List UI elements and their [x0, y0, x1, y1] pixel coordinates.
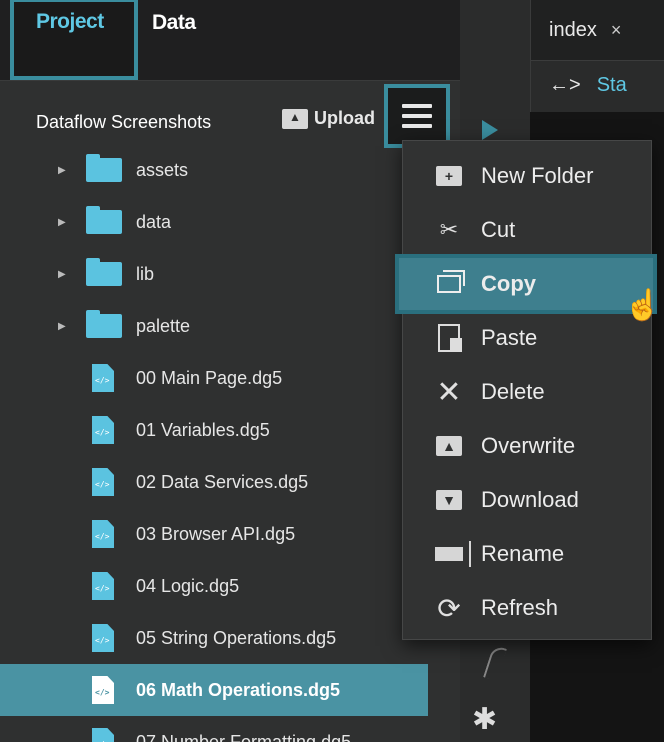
puzzle-icon[interactable]: ✱ [472, 702, 497, 737]
file-code-icon [92, 416, 114, 444]
tree-item-file[interactable]: 01 Variables.dg5 [0, 404, 428, 456]
tree-item-label: palette [136, 315, 191, 336]
upload-label: Upload [314, 108, 375, 128]
menu-item-label: Overwrite [481, 433, 576, 458]
project-title: Dataflow Screenshots [36, 112, 212, 132]
tree-item-label: 06 Math Operations.dg5 [136, 679, 341, 700]
tab-data[interactable]: Data [152, 0, 196, 80]
close-icon[interactable]: × [611, 20, 622, 41]
context-menu: + New Folder ✂ Cut Copy Paste ✕ Delete ▲… [395, 140, 657, 640]
hand-cursor-icon: ☝ [624, 289, 662, 322]
menu-item-overwrite[interactable]: ▲ Overwrite [403, 419, 651, 473]
nav-text[interactable]: Sta [597, 74, 627, 96]
menu-item-label: Refresh [481, 595, 559, 620]
menu-item-new-folder[interactable]: + New Folder [403, 149, 651, 203]
tab-project[interactable]: Project [10, 0, 138, 80]
menu-button[interactable] [384, 84, 450, 148]
editor-tab[interactable]: index × [531, 0, 664, 61]
new-folder-icon: + [433, 161, 465, 191]
menu-item-rename[interactable]: Rename [403, 527, 651, 581]
project-panel: Project Data Dataflow Screenshots Upload… [0, 0, 460, 742]
file-code-icon [92, 468, 114, 496]
tree-item-label: lib [136, 263, 155, 284]
tree-item-label: 05 String Operations.dg5 [136, 627, 337, 648]
menu-item-label: Copy [481, 271, 536, 296]
tree-item-assets[interactable]: ▶ assets [0, 146, 428, 196]
tree-item-palette[interactable]: ▶ palette [0, 300, 428, 352]
menu-item-label: Download [481, 487, 579, 512]
file-code-icon [92, 676, 114, 704]
folder-icon [86, 310, 122, 338]
connector-tool-icon[interactable] [483, 644, 507, 682]
tree-item-label: 07 Number Formatting.dg5 [136, 731, 352, 742]
tree-item-label: 02 Data Services.dg5 [136, 471, 309, 492]
menu-item-label: Rename [481, 541, 565, 566]
menu-item-label: Cut [481, 217, 516, 242]
paste-icon [433, 323, 465, 353]
tree-item-label: data [136, 211, 172, 232]
folder-icon [86, 154, 122, 182]
tree-item-label: 01 Variables.dg5 [136, 419, 270, 440]
menu-item-label: Paste [481, 325, 538, 350]
tree-item-file[interactable]: 05 String Operations.dg5 [0, 612, 428, 664]
overwrite-icon: ▲ [433, 431, 465, 461]
tree-item-label: 00 Main Page.dg5 [136, 367, 283, 388]
file-tree: ▶ assets ▶ data ▶ lib ▶ palette 00 Main … [0, 146, 460, 742]
menu-item-refresh[interactable]: ⟳ Refresh [403, 581, 651, 635]
expand-arrow-icon[interactable]: ▶ [58, 269, 66, 280]
folder-icon [86, 258, 122, 286]
delete-x-icon: ✕ [436, 375, 462, 409]
upload-folder-icon [282, 108, 308, 129]
file-code-icon [92, 520, 114, 548]
tree-item-file-selected[interactable]: 06 Math Operations.dg5 [0, 664, 428, 716]
tree-item-file[interactable]: 07 Number Formatting.dg5 [0, 716, 428, 742]
editor-tab-label: index [549, 18, 597, 41]
tree-item-data[interactable]: ▶ data [0, 196, 428, 248]
menu-item-copy[interactable]: Copy [395, 254, 657, 314]
hamburger-menu-icon [402, 104, 432, 128]
file-code-icon [92, 364, 114, 392]
panel-tabbar: Project Data [0, 0, 460, 81]
tree-item-file[interactable]: 03 Browser API.dg5 [0, 508, 428, 560]
copy-icon [433, 269, 465, 299]
upload-button[interactable]: Upload [282, 108, 375, 129]
file-code-icon [92, 624, 114, 652]
editor-nav: ←> Sta [549, 74, 627, 97]
nav-arrows-icon[interactable]: ←> [549, 74, 581, 96]
tree-item-label: 04 Logic.dg5 [136, 575, 240, 596]
tree-item-lib[interactable]: ▶ lib [0, 248, 428, 300]
tree-item-file[interactable]: 00 Main Page.dg5 [0, 352, 428, 404]
menu-item-label: New Folder [481, 163, 594, 188]
scissors-icon: ✂ [439, 217, 459, 242]
tree-item-file[interactable]: 04 Logic.dg5 [0, 560, 428, 612]
file-code-icon [92, 728, 114, 742]
expand-arrow-icon[interactable]: ▶ [58, 217, 66, 228]
file-code-icon [92, 572, 114, 600]
folder-icon [86, 206, 122, 234]
expand-arrow-icon[interactable]: ▶ [58, 165, 66, 176]
tree-item-file[interactable]: 02 Data Services.dg5 [0, 456, 428, 508]
rename-icon [433, 539, 471, 569]
menu-item-paste[interactable]: Paste [403, 311, 651, 365]
menu-item-download[interactable]: ▼ Download [403, 473, 651, 527]
menu-item-delete[interactable]: ✕ Delete [403, 365, 651, 419]
play-icon[interactable] [482, 120, 498, 140]
expand-arrow-icon[interactable]: ▶ [58, 321, 66, 332]
editor-header: index × ←> Sta [530, 0, 664, 112]
download-icon: ▼ [433, 485, 465, 515]
tree-item-label: assets [136, 159, 189, 180]
refresh-icon: ⟳ [437, 592, 461, 624]
menu-item-label: Delete [481, 379, 545, 404]
menu-item-cut[interactable]: ✂ Cut [403, 203, 651, 257]
tree-item-label: 03 Browser API.dg5 [136, 523, 296, 544]
